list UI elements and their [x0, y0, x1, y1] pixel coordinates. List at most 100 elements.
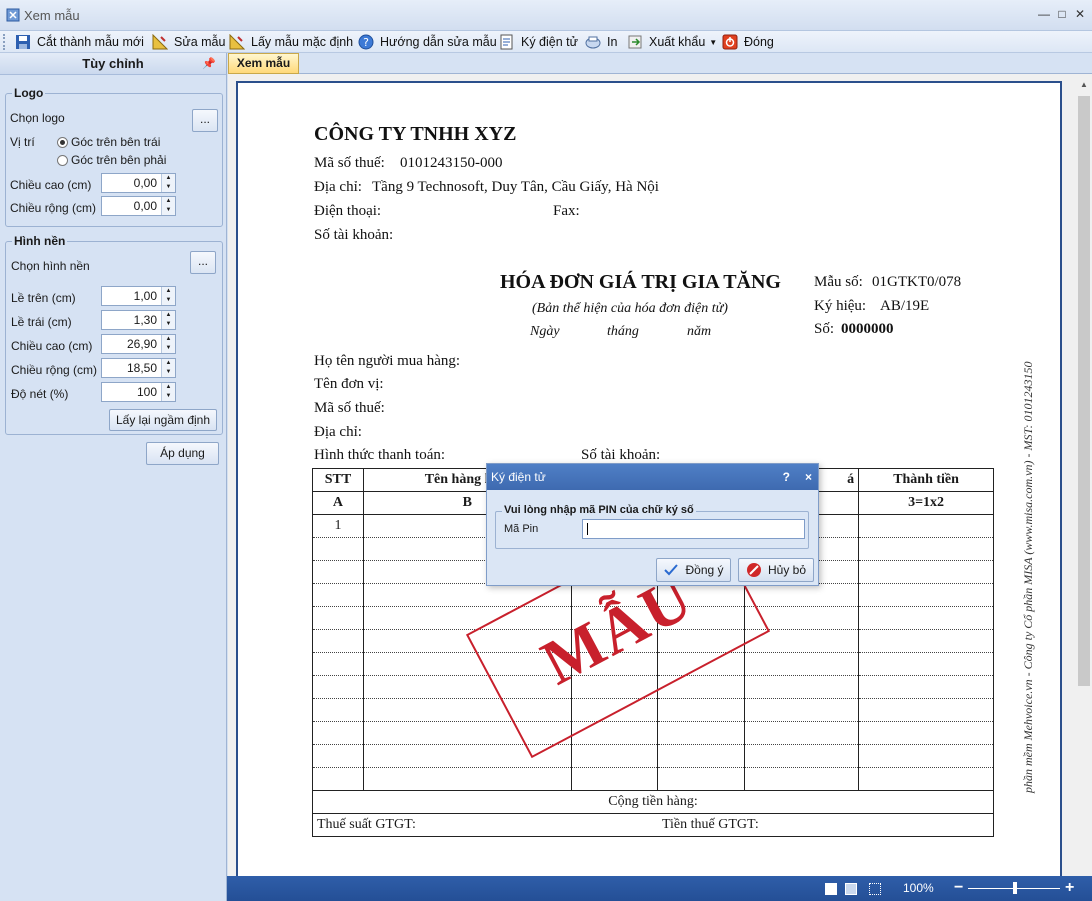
vat-row: Thuế suất GTGT: Tiền thuế GTGT: [311, 813, 994, 837]
tax-code-label: Mã số thuế: [314, 155, 385, 171]
chevron-down-icon[interactable]: ▼ [161, 183, 175, 192]
date-month: tháng [607, 324, 639, 339]
close-icon[interactable]: × [805, 464, 812, 490]
left-margin-stepper[interactable]: 1,30 ▲ ▼ [101, 310, 176, 330]
invoice-title: HÓA ĐƠN GIÁ TRỊ GIA TĂNG [500, 271, 781, 293]
export-button[interactable]: Xuất khẩu ▼ [627, 33, 717, 51]
buyer-address-label: Địa chỉ: [314, 424, 362, 440]
print-button[interactable]: In [585, 33, 617, 51]
bg-width-stepper[interactable]: 18,50 ▲ ▼ [101, 358, 176, 378]
dialog-title-bar: Ký điện tử ? × [487, 464, 818, 490]
zoom-out-button[interactable]: − [954, 879, 963, 897]
scrollbar-thumb[interactable] [1078, 96, 1090, 686]
app-icon [6, 8, 20, 22]
zoom-in-button[interactable]: + [1065, 879, 1074, 897]
chevron-down-icon[interactable]: ▼ [161, 320, 175, 329]
buyer-label: Họ tên người mua hàng: [314, 353, 461, 369]
unit-label: Tên đơn vị: [314, 376, 384, 392]
chevron-down-icon[interactable]: ▼ [161, 206, 175, 215]
address-value: Tầng 9 Technosoft, Duy Tân, Cầu Giấy, Hà… [372, 179, 659, 195]
toolbar-grip [3, 34, 6, 50]
reset-default-button[interactable]: Lấy lại ngầm định [109, 409, 217, 431]
invoice-subtitle: (Bản thể hiện của hóa đơn điện tử) [532, 301, 728, 316]
vertical-scrollbar[interactable]: ▲ [1076, 74, 1092, 876]
chevron-down-icon[interactable]: ▼ [161, 368, 175, 377]
zoom-slider-thumb[interactable] [1013, 882, 1017, 894]
maximize-button[interactable]: □ [1054, 6, 1070, 22]
close-window-button[interactable]: ✕ [1072, 6, 1088, 22]
total-row: Cộng tiền hàng: [312, 790, 994, 814]
sharpness-stepper[interactable]: 100 ▲ ▼ [101, 382, 176, 402]
sign-button[interactable]: Ký điện tử [499, 33, 578, 51]
chevron-down-icon[interactable]: ▼ [161, 392, 175, 401]
tax-code-value: 0101243150-000 [400, 155, 503, 171]
pin-input[interactable] [582, 519, 805, 539]
number-value: 0000000 [841, 321, 894, 337]
save-icon [16, 35, 30, 49]
chevron-down-icon[interactable]: ▼ [161, 344, 175, 353]
chevron-up-icon[interactable]: ▲ [161, 335, 175, 344]
cancel-icon [746, 563, 761, 577]
continuous-page-icon[interactable] [845, 883, 857, 895]
address-label: Địa chỉ: [314, 179, 362, 195]
default-template-button[interactable]: Lấy mẫu mặc định [229, 33, 353, 51]
chevron-down-icon[interactable]: ▼ [161, 296, 175, 305]
tab-strip: Xem mẫu [228, 53, 1092, 74]
ok-button[interactable]: Đồng ý [656, 558, 731, 582]
single-page-icon[interactable] [825, 883, 837, 895]
table-row [312, 744, 994, 768]
zoom-level: 100% [903, 881, 934, 895]
printer-icon [585, 36, 601, 49]
radio-top-right[interactable] [57, 155, 68, 166]
chevron-down-icon: ▼ [709, 37, 718, 47]
multi-page-icon[interactable] [869, 883, 881, 895]
svg-text:?: ? [363, 36, 369, 49]
col-stt: STT [312, 468, 364, 492]
bg-height-stepper[interactable]: 26,90 ▲ ▼ [101, 334, 176, 354]
chevron-up-icon[interactable]: ▲ [1076, 80, 1092, 89]
choose-logo-button[interactable]: ... [192, 109, 218, 132]
top-margin-stepper[interactable]: 1,00 ▲ ▼ [101, 286, 176, 306]
tab-preview[interactable]: Xem mẫu [228, 53, 299, 74]
close-button[interactable]: Đóng [722, 33, 774, 51]
company-name: CÔNG TY TNHH XYZ [314, 123, 517, 145]
logo-height-stepper[interactable]: 0,00 ▲ ▼ [101, 173, 176, 193]
export-icon [628, 35, 642, 49]
help-icon[interactable]: ? [783, 464, 790, 490]
edit-template-button[interactable]: Sửa mẫu [152, 33, 225, 51]
chevron-up-icon[interactable]: ▲ [161, 359, 175, 368]
background-group: Hình nền Chọn hình nền ... Lề trên (cm) … [5, 234, 223, 435]
chevron-up-icon[interactable]: ▲ [161, 287, 175, 296]
cut-new-button[interactable]: Cắt thành mẫu mới [15, 33, 144, 51]
minimize-button[interactable]: — [1036, 6, 1052, 22]
toolbar: Cắt thành mẫu mới Sửa mẫu Lấy mẫu mặc đị… [0, 31, 1092, 53]
form-label: Mẫu số: [814, 274, 863, 290]
customize-panel: Tùy chỉnh 📌 Logo Chọn logo ... Vị trí Gó… [0, 53, 227, 901]
apply-button[interactable]: Áp dụng [146, 442, 219, 465]
logo-width-stepper[interactable]: 0,00 ▲ ▼ [101, 196, 176, 216]
window-title: Xem mẫu [24, 8, 80, 23]
pin-label: Mã Pin [504, 523, 539, 535]
help-edit-button[interactable]: ? Hướng dẫn sửa mẫu [358, 33, 497, 51]
panel-header: Tùy chỉnh 📌 [0, 53, 226, 75]
date-year: năm [687, 324, 712, 339]
cancel-button[interactable]: Hủy bỏ [738, 558, 814, 582]
chevron-up-icon[interactable]: ▲ [161, 383, 175, 392]
check-icon [664, 564, 679, 576]
chevron-up-icon[interactable]: ▲ [161, 311, 175, 320]
title-bar: Xem mẫu — □ ✕ [0, 0, 1092, 31]
chevron-up-icon[interactable]: ▲ [161, 197, 175, 206]
choose-background-button[interactable]: ... [190, 251, 216, 274]
pin-icon[interactable]: 📌 [202, 53, 216, 75]
account-label: Số tài khoản: [314, 227, 394, 243]
table-row [312, 767, 994, 791]
payment-label: Hình thức thanh toán: [314, 447, 446, 463]
date-day: Ngày [530, 324, 560, 339]
fax-label: Fax: [553, 203, 580, 219]
digital-sign-dialog: Ký điện tử ? × Vui lòng nhập mã PIN của … [486, 463, 819, 586]
sub-a: A [312, 491, 364, 515]
chevron-up-icon[interactable]: ▲ [161, 174, 175, 183]
symbol-label: Ký hiệu: [814, 298, 867, 314]
buyer-tax-label: Mã số thuế: [314, 400, 385, 416]
radio-top-left[interactable] [57, 137, 68, 148]
